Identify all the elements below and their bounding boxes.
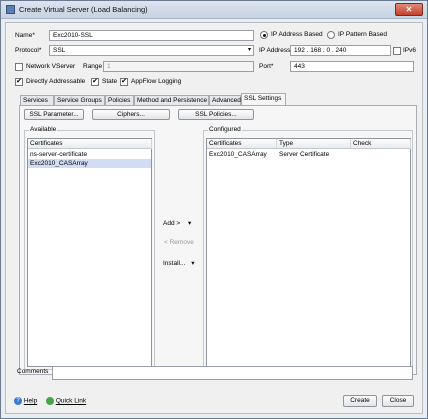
available-group: Available Certificates ns-server-certifi… [24, 126, 155, 370]
help-link[interactable]: ? Help [14, 397, 37, 405]
configured-title: Configured [208, 126, 242, 133]
appflow-checkbox[interactable]: ✔ [120, 78, 128, 86]
add-button-label: Add > [163, 220, 181, 227]
window-title: Create Virtual Server (Load Balancing) [19, 5, 148, 14]
configured-table-header: Certificates Type Check [207, 139, 411, 149]
window-close-button[interactable]: ✕ [395, 3, 423, 16]
network-vserver-checkbox[interactable] [15, 63, 23, 71]
configured-col-check[interactable]: Check [351, 139, 411, 149]
range-input[interactable]: 1 [103, 61, 254, 72]
configured-table[interactable]: Certificates Type Check Exc2010_CASArray… [206, 138, 411, 367]
ssl-parameter-button[interactable]: SSL Parameter... [24, 109, 84, 120]
available-table-header: Certificates [28, 139, 152, 149]
chevron-down-icon: ▾ [187, 220, 192, 227]
ssl-settings-panel: SSL Parameter... Ciphers... SSL Policies… [19, 105, 417, 375]
state-checkbox[interactable]: ✔ [91, 78, 99, 86]
quick-link-icon [46, 397, 54, 405]
close-button[interactable]: Close [382, 395, 414, 407]
ip-address-label: IP Address* [259, 47, 293, 54]
configured-group: Configured Certificates Type Check Exc20… [203, 126, 413, 370]
ipv6-checkbox[interactable] [393, 47, 401, 55]
quick-link-label: Quick Link [55, 397, 87, 405]
name-label: Name* [15, 32, 35, 39]
chevron-down-icon: ▾ [247, 47, 251, 53]
port-input[interactable]: 443 [290, 61, 414, 72]
available-table[interactable]: Certificates ns-server-certificate Exc20… [27, 138, 152, 367]
chevron-down-icon: ▾ [191, 260, 195, 267]
list-item[interactable]: Exc2010_CASArray [28, 159, 151, 168]
available-col-certificates[interactable]: Certificates [28, 139, 152, 149]
ip-address-input[interactable]: 192 . 168 . 0 . 240 [290, 45, 391, 56]
install-button-label: Install... [163, 260, 186, 267]
cert-type: Server Certificate [279, 151, 330, 158]
cert-name: Exc2010_CASArray [209, 151, 267, 158]
directly-addressable-label: Directly Addressable [26, 78, 86, 85]
quick-link[interactable]: Quick Link [46, 397, 86, 405]
add-button[interactable]: Add > ▾ [163, 219, 191, 227]
configured-col-certificates[interactable]: Certificates [207, 139, 277, 149]
ipv6-label: IPv6 [403, 47, 417, 54]
available-title: Available [29, 126, 58, 133]
comments-input[interactable] [52, 366, 413, 380]
protocol-label: Protocol* [15, 47, 42, 54]
directly-addressable-checkbox[interactable]: ✔ [15, 78, 23, 86]
ip-based-label: IP Address Based [271, 31, 323, 38]
ip-based-radio[interactable] [260, 31, 268, 39]
dialog-window: Create Virtual Server (Load Balancing) ✕… [0, 0, 428, 419]
name-input[interactable]: Exc2010-SSL [49, 30, 254, 41]
install-button[interactable]: Install... ▾ [163, 259, 194, 267]
ciphers-button[interactable]: Ciphers... [92, 109, 170, 120]
range-label: Range [83, 63, 103, 70]
ip-pattern-radio[interactable] [327, 31, 335, 39]
network-vserver-label: Network VServer [26, 63, 76, 70]
create-button[interactable]: Create [343, 395, 377, 407]
protocol-value: SSL [53, 47, 66, 54]
state-label: State [102, 78, 118, 85]
cert-name: Exc2010_CASArray [30, 160, 88, 167]
cert-name: ns-server-certificate [30, 151, 88, 158]
ip-pattern-label: IP Pattern Based [338, 31, 388, 38]
dialog-body: Name* Exc2010-SSL IP Address Based IP Pa… [5, 22, 423, 414]
list-item[interactable]: ns-server-certificate [28, 150, 151, 159]
table-row[interactable]: Exc2010_CASArray Server Certificate [207, 150, 410, 159]
help-icon: ? [14, 397, 22, 405]
appflow-label: AppFlow Logging [131, 78, 182, 85]
port-label: Port* [259, 63, 274, 70]
ssl-policies-button[interactable]: SSL Policies... [178, 109, 254, 120]
protocol-select[interactable]: SSL ▾ [49, 45, 254, 56]
remove-button[interactable]: < Remove [164, 239, 194, 246]
title-bar[interactable]: Create Virtual Server (Load Balancing) ✕ [1, 1, 427, 19]
configured-col-type[interactable]: Type [277, 139, 351, 149]
comments-label: Comments [17, 368, 49, 375]
help-label: Help [23, 397, 38, 405]
app-icon [6, 5, 15, 14]
